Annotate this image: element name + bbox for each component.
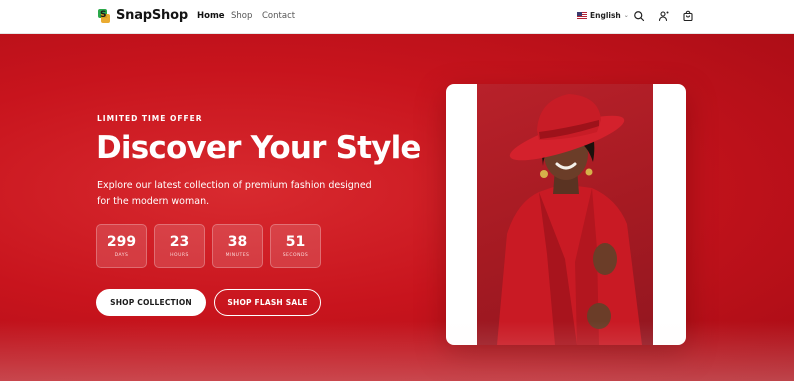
hero-image-card <box>446 84 686 345</box>
top-navbar: S SnapShop Home Shop Contact English ⌄ <box>0 0 794 34</box>
account-icon[interactable] <box>657 9 671 23</box>
shop-collection-button[interactable]: SHOP COLLECTION <box>96 289 206 316</box>
countdown-value: 23 <box>169 234 190 250</box>
countdown-label: SECONDS <box>282 253 309 258</box>
model-in-red-hat-photo <box>477 84 653 345</box>
hero-section: LIMITED TIME OFFER Discover Your Style E… <box>0 34 794 381</box>
nav-link-contact[interactable]: Contact <box>262 11 295 21</box>
language-selector[interactable]: English ⌄ <box>577 11 629 20</box>
hero-title: Discover Your Style <box>96 130 421 166</box>
nav-link-shop[interactable]: Shop <box>231 11 252 21</box>
countdown-value: 299 <box>106 234 137 250</box>
search-icon[interactable] <box>632 9 646 23</box>
us-flag-icon <box>577 12 587 19</box>
shop-flash-sale-button[interactable]: SHOP FLASH SALE <box>214 289 321 316</box>
brand-logo-link[interactable]: S SnapShop <box>98 8 188 23</box>
countdown-label: HOURS <box>170 253 189 258</box>
cart-icon[interactable] <box>681 9 695 23</box>
countdown-days: 299 DAYS <box>96 224 147 268</box>
countdown-value: 51 <box>285 234 306 250</box>
hero-description: Explore our latest collection of premium… <box>97 180 372 207</box>
countdown-value: 38 <box>227 234 248 250</box>
model-illustration <box>497 94 642 345</box>
chevron-down-icon: ⌄ <box>623 12 629 19</box>
brand-name: SnapShop <box>116 8 188 23</box>
countdown-label: MINUTES <box>225 253 250 258</box>
hero-eyebrow: LIMITED TIME OFFER <box>97 114 203 123</box>
snapshop-logo-icon: S <box>98 8 110 23</box>
language-label: English <box>590 11 621 20</box>
countdown-label: DAYS <box>114 253 129 258</box>
countdown-minutes: 38 MINUTES <box>212 224 263 268</box>
nav-link-home[interactable]: Home <box>197 11 225 21</box>
countdown-seconds: 51 SECONDS <box>270 224 321 268</box>
countdown-timer: 299 DAYS 23 HOURS 38 MINUTES 51 SECONDS <box>96 224 328 268</box>
countdown-hours: 23 HOURS <box>154 224 205 268</box>
